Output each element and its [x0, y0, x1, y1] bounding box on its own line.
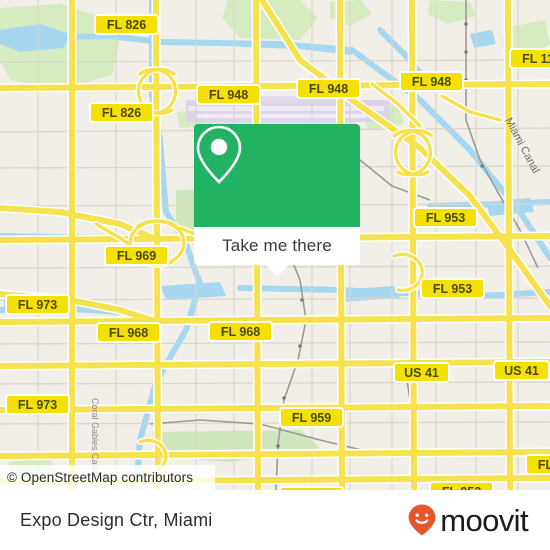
map-canvas[interactable]: Miami Canal Coral Gables Canal FL 826 FL …: [0, 0, 550, 490]
road-shield-label: FL 826: [107, 18, 146, 32]
road-shield: FL 968: [208, 321, 273, 342]
callout-pointer: [266, 265, 288, 277]
road-shield: FL 953: [429, 481, 494, 490]
take-me-there-callout[interactable]: Take me there: [194, 124, 360, 277]
moovit-pin-icon: [408, 504, 436, 536]
road-shield-label: FL 953: [426, 211, 465, 225]
road-shield-label: US 41: [504, 364, 539, 378]
footer-bar: Expo Design Ctr, Miami moovit: [0, 490, 550, 550]
road-shield-label: FL 953: [433, 282, 472, 296]
road-shield: FL 953: [413, 207, 478, 228]
road-shield-label: FL 972: [538, 458, 550, 472]
road-shield: FL 973: [5, 294, 70, 315]
road-shield: FL 826: [89, 102, 154, 123]
road-shield: FL 973: [5, 394, 70, 415]
road-shield: FL 968: [96, 322, 161, 343]
road-shield: FL 948: [399, 71, 464, 92]
road-shield-label: FL 948: [412, 75, 451, 89]
road-shield-label: US 41: [404, 366, 439, 380]
map-screenshot: Miami Canal Coral Gables Canal FL 826 FL …: [0, 0, 550, 550]
callout-button[interactable]: Take me there: [194, 227, 360, 265]
callout-button-label: Take me there: [222, 236, 332, 255]
road-shield-label: FL 959: [292, 411, 331, 425]
callout-image-area: [194, 124, 360, 227]
moovit-wordmark: moovit: [440, 502, 528, 538]
road-shield-label: FL 973: [18, 398, 57, 412]
place-name: Expo Design Ctr, Miami: [20, 509, 213, 530]
road-shield: US 41: [393, 362, 450, 383]
road-shield: FL 972: [525, 454, 550, 475]
road-shield: FL 959: [279, 407, 344, 428]
road-shield-label: FL 968: [109, 326, 148, 340]
road-shield: FL 826: [94, 14, 159, 35]
road-shield-label: FL 948: [309, 82, 348, 96]
road-shield-label: FL 968: [221, 325, 260, 339]
attribution-text: © OpenStreetMap contributors: [7, 470, 194, 485]
road-shield-label: FL 112: [522, 52, 550, 66]
road-shield-label: FL 826: [102, 106, 141, 120]
map-attribution: © OpenStreetMap contributors: [0, 465, 215, 490]
road-shield-label: FL 973: [18, 298, 57, 312]
map-pin-icon: [196, 125, 242, 184]
moovit-logo[interactable]: moovit: [406, 502, 529, 538]
road-shield: FL 948: [296, 78, 361, 99]
road-shield-label: FL 969: [117, 249, 156, 263]
road-shield: FL 969: [104, 245, 169, 266]
road-shield: US 41: [493, 360, 550, 381]
road-shield-label: FL 948: [209, 88, 248, 102]
road-shield: FL 112: [509, 48, 550, 69]
road-shield: FL 953: [420, 278, 485, 299]
road-shield: FL 948: [196, 84, 261, 105]
